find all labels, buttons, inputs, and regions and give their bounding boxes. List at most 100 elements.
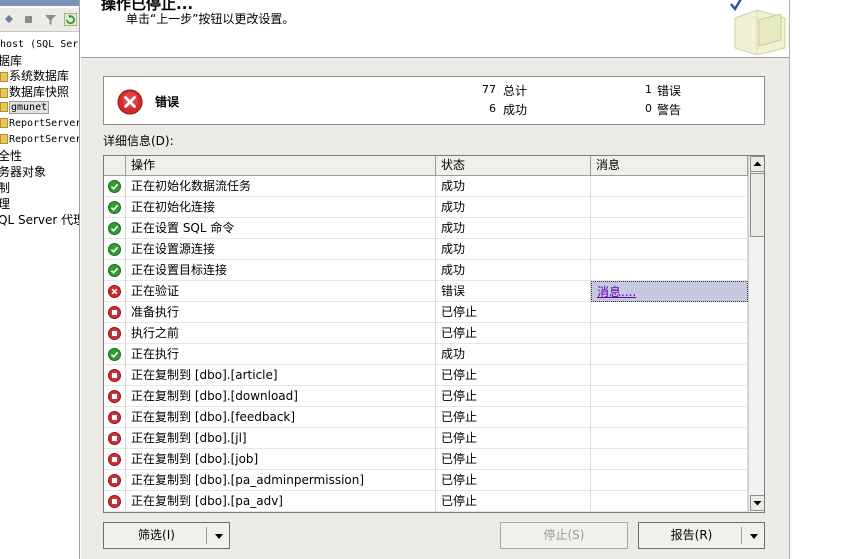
tree-item-label: 据库 [0, 54, 23, 68]
tree-item[interactable]: ReportServer [0, 116, 79, 132]
error-count: 1 [645, 83, 652, 96]
tree-item[interactable]: QL Server 代理 [0, 212, 80, 228]
report-button[interactable]: 报告(R) [638, 522, 765, 549]
row-status-icon-cell [104, 449, 126, 470]
scroll-down-button[interactable] [750, 495, 764, 511]
table-row[interactable]: 执行之前 已停止 [104, 323, 749, 344]
details-label: 详细信息(D): [103, 134, 174, 148]
column-header-message[interactable]: 消息 [591, 156, 748, 176]
table-row[interactable]: 准备执行 已停止 [104, 302, 749, 323]
tree-item[interactable]: 据库 [0, 53, 22, 69]
row-status-icon-cell [104, 218, 126, 239]
table-row[interactable]: 正在复制到 [dbo].[pa_adv] 已停止 [104, 491, 749, 512]
page-subtitle: 单击“上一步”按钮以更改设置。 [126, 12, 295, 26]
table-row[interactable]: 正在执行 成功 [104, 344, 749, 365]
table-row[interactable]: 正在复制到 [dbo].[article] 已停止 [104, 365, 749, 386]
report-button-label: 报告(R) [670, 528, 713, 542]
status-cell: 已停止 [436, 323, 591, 344]
table-row[interactable]: 正在设置源连接 成功 [104, 239, 749, 260]
table-row[interactable]: 正在复制到 [dbo].[job] 已停止 [104, 449, 749, 470]
tree-item[interactable]: 务器对象 [0, 164, 46, 180]
filter-button[interactable]: 筛选(I) [103, 522, 230, 549]
error-label: 错误 [657, 84, 682, 98]
status-cell: 错误 [436, 281, 591, 302]
status-cell: 成功 [436, 218, 591, 239]
row-status-icon-cell [104, 470, 126, 491]
tree-item-label: 务器对象 [0, 165, 47, 179]
vertical-scrollbar[interactable] [748, 156, 764, 512]
table-row[interactable]: 正在初始化连接 成功 [104, 197, 749, 218]
refresh-icon[interactable] [64, 13, 77, 26]
total-label: 总计 [503, 84, 528, 98]
tree-item-label: QL Server 代理 [0, 213, 80, 227]
status-cell: 已停止 [436, 386, 591, 407]
table-row[interactable]: 正在设置 SQL 命令 成功 [104, 218, 749, 239]
message-cell [591, 302, 748, 323]
column-header-operation[interactable]: 操作 [126, 156, 436, 176]
tree-item[interactable]: 制 [0, 180, 10, 196]
report-button-separator [741, 527, 742, 544]
tree-item[interactable]: ReportServer [0, 132, 79, 148]
filter-button-label: 筛选(I) [138, 528, 175, 542]
message-link[interactable]: 消息.... [597, 285, 636, 299]
error-icon [108, 285, 121, 298]
success-icon [108, 348, 121, 361]
disconnect-icon[interactable] [3, 13, 16, 26]
row-status-icon-cell [104, 344, 126, 365]
message-cell[interactable]: 消息.... [591, 281, 748, 302]
tree-item[interactable]: 全性 [0, 148, 22, 164]
stopped-icon [108, 474, 121, 487]
tree-item[interactable]: 理 [0, 196, 10, 212]
tree-item-label: 数据库快照 [9, 85, 70, 99]
row-status-icon-cell [104, 176, 126, 197]
row-status-icon-cell [104, 281, 126, 302]
tree-item[interactable]: 系统数据库 [0, 68, 69, 84]
success-icon [108, 201, 121, 214]
operation-cell: 正在验证 [126, 281, 436, 302]
message-cell [591, 218, 748, 239]
column-header-status[interactable]: 状态 [436, 156, 591, 176]
message-cell [591, 323, 748, 344]
object-explorer: host (SQL Ser 据库 系统数据库 数据库快照 gmunet ReportSer… [0, 0, 80, 559]
folder-icon [0, 102, 8, 112]
stopped-icon [108, 411, 121, 424]
table-row[interactable]: 正在复制到 [dbo].[feedback] 已停止 [104, 407, 749, 428]
table-row[interactable]: 正在复制到 [dbo].[jl] 已停止 [104, 428, 749, 449]
scroll-thumb[interactable] [750, 173, 764, 237]
status-cell: 已停止 [436, 407, 591, 428]
chevron-down-icon[interactable] [750, 534, 758, 539]
operation-cell: 正在复制到 [dbo].[download] [126, 386, 436, 407]
tree-item[interactable]: gmunet [0, 100, 50, 116]
message-cell [591, 239, 748, 260]
table-row[interactable]: 正在初始化数据流任务 成功 [104, 176, 749, 197]
filter-icon[interactable] [44, 13, 57, 26]
arrow-up-icon [753, 161, 762, 166]
tree-item[interactable]: 数据库快照 [0, 84, 69, 100]
folder-icon [0, 134, 8, 144]
stopped-icon [108, 327, 121, 340]
details-grid[interactable]: 操作 状态 消息 正在初始化数据流任务 成功 正在初始化连接 成功 正在设置 SQL 命… [103, 155, 765, 513]
row-status-icon-cell [104, 260, 126, 281]
operation-cell: 正在初始化数据流任务 [126, 176, 436, 197]
chevron-down-icon[interactable] [215, 534, 223, 539]
summary-status-label: 错误 [155, 95, 180, 109]
stop-icon[interactable] [22, 13, 35, 26]
tree-item[interactable]: host (SQL Ser [0, 37, 78, 53]
folder-icon [0, 71, 8, 82]
row-status-icon-cell [104, 491, 126, 512]
message-cell [591, 407, 748, 428]
tree-item-label: 全性 [0, 149, 23, 163]
success-icon [108, 243, 121, 256]
table-row[interactable]: 正在复制到 [dbo].[download] 已停止 [104, 386, 749, 407]
message-cell [591, 176, 748, 197]
table-row[interactable]: 正在复制到 [dbo].[pa_adminpermission] 已停止 [104, 470, 749, 491]
table-row[interactable]: 正在验证 错误 消息.... [104, 281, 749, 302]
error-icon [117, 89, 143, 115]
stop-button[interactable]: 停止(S) [500, 522, 628, 549]
folder-icon [0, 118, 8, 128]
scroll-up-button[interactable] [750, 156, 764, 172]
table-row[interactable]: 正在设置目标连接 成功 [104, 260, 749, 281]
success-icon [108, 180, 121, 193]
message-cell [591, 449, 748, 470]
message-cell [591, 470, 748, 491]
